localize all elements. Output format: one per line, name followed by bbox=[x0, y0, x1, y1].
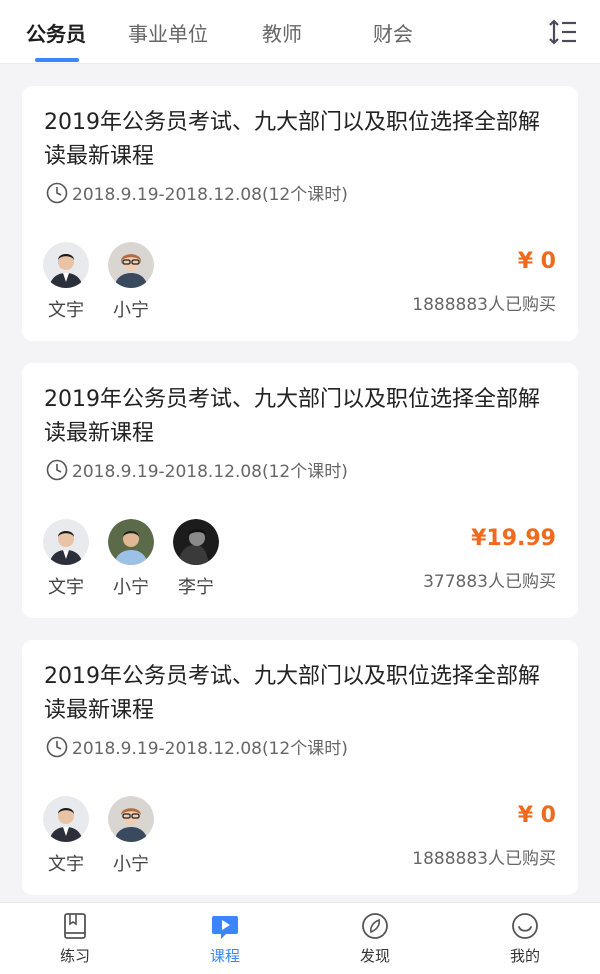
nav-item-course[interactable]: 课程 bbox=[150, 903, 300, 974]
teacher-avatar bbox=[108, 796, 154, 842]
tab-teacher[interactable]: 教师 bbox=[262, 18, 302, 47]
course-time-text: 2018.9.19-2018.12.08(12个课时) bbox=[72, 185, 348, 205]
teacher[interactable]: 小宁 bbox=[107, 796, 155, 876]
teacher[interactable]: 文宇 bbox=[42, 796, 90, 876]
course-list: 2019年公务员考试、九大部门以及职位选择全部解读最新课程 2018.9.19-… bbox=[0, 64, 600, 902]
course-time: 2018.9.19-2018.12.08(12个课时) bbox=[46, 734, 348, 759]
course-price: ¥19.99 bbox=[471, 526, 556, 551]
course-time-text: 2018.9.19-2018.12.08(12个课时) bbox=[72, 739, 348, 759]
teacher-name: 小宁 bbox=[113, 854, 149, 875]
course-time-text: 2018.9.19-2018.12.08(12个课时) bbox=[72, 462, 348, 482]
course-title: 2019年公务员考试、九大部门以及职位选择全部解读最新课程 bbox=[44, 664, 540, 723]
nav-item-mine[interactable]: 我的 bbox=[450, 903, 600, 974]
teacher[interactable]: 文宇 bbox=[42, 519, 90, 599]
teacher-avatar bbox=[108, 519, 154, 565]
tab-public-institution[interactable]: 事业单位 bbox=[128, 18, 208, 47]
book-icon bbox=[64, 913, 86, 939]
buyer-count: 377883人已购买 bbox=[423, 572, 556, 592]
course-card[interactable]: 2019年公务员考试、九大部门以及职位选择全部解读最新课程 2018.9.19-… bbox=[22, 640, 578, 895]
sort-button[interactable] bbox=[548, 18, 580, 46]
teacher-name: 文宇 bbox=[48, 577, 84, 598]
teacher[interactable]: 小宁 bbox=[107, 242, 155, 322]
teacher-name: 小宁 bbox=[113, 300, 149, 321]
teacher-avatar bbox=[173, 519, 219, 565]
teacher[interactable]: 小宁 bbox=[107, 519, 155, 599]
nav-label: 课程 bbox=[209, 947, 240, 965]
teacher-name: 文宇 bbox=[48, 854, 84, 875]
nav-item-practice[interactable]: 练习 bbox=[0, 903, 150, 974]
course-card[interactable]: 2019年公务员考试、九大部门以及职位选择全部解读最新课程 2018.9.19-… bbox=[22, 363, 578, 618]
smile-icon bbox=[512, 913, 538, 939]
teacher-avatar bbox=[43, 519, 89, 565]
course-title: 2019年公务员考试、九大部门以及职位选择全部解读最新课程 bbox=[44, 387, 540, 446]
teacher-list: 文宇 小宁 李宁 bbox=[42, 519, 237, 599]
course-time: 2018.9.19-2018.12.08(12个课时) bbox=[46, 180, 348, 205]
buyer-count: 1888883人已购买 bbox=[412, 295, 556, 315]
course-title: 2019年公务员考试、九大部门以及职位选择全部解读最新课程 bbox=[44, 110, 540, 169]
course-card[interactable]: 2019年公务员考试、九大部门以及职位选择全部解读最新课程 2018.9.19-… bbox=[22, 86, 578, 341]
teacher-list: 文宇 小宁 bbox=[42, 242, 172, 322]
compass-icon bbox=[362, 913, 388, 939]
nav-item-discover[interactable]: 发现 bbox=[300, 903, 450, 974]
tab-civil-servant[interactable]: 公务员 bbox=[26, 18, 86, 47]
teacher-list: 文宇 小宁 bbox=[42, 796, 172, 876]
video-icon bbox=[212, 916, 238, 939]
teacher[interactable]: 文宇 bbox=[42, 242, 90, 322]
bottom-navigation: 练习 课程 发现 我的 bbox=[0, 902, 600, 974]
nav-label: 练习 bbox=[59, 947, 90, 965]
nav-label: 发现 bbox=[359, 947, 390, 965]
teacher-avatar bbox=[108, 242, 154, 288]
teacher-name: 文宇 bbox=[48, 300, 84, 321]
course-price: ¥ 0 bbox=[517, 249, 556, 274]
clock-icon bbox=[46, 459, 68, 480]
nav-label: 我的 bbox=[509, 947, 540, 965]
teacher-name: 小宁 bbox=[113, 577, 149, 598]
teacher-avatar bbox=[43, 242, 89, 288]
teacher-name: 李宁 bbox=[178, 577, 214, 598]
course-price: ¥ 0 bbox=[517, 803, 556, 828]
clock-icon bbox=[46, 736, 68, 757]
teacher-avatar bbox=[43, 796, 89, 842]
clock-icon bbox=[46, 182, 68, 203]
sort-icon bbox=[549, 19, 576, 45]
active-tab-indicator bbox=[35, 58, 79, 62]
course-time: 2018.9.19-2018.12.08(12个课时) bbox=[46, 457, 348, 482]
buyer-count: 1888883人已购买 bbox=[412, 849, 556, 869]
top-tab-bar: 公务员 事业单位 教师 财会 bbox=[0, 0, 600, 64]
tab-accounting[interactable]: 财会 bbox=[373, 18, 413, 47]
teacher[interactable]: 李宁 bbox=[172, 519, 220, 599]
